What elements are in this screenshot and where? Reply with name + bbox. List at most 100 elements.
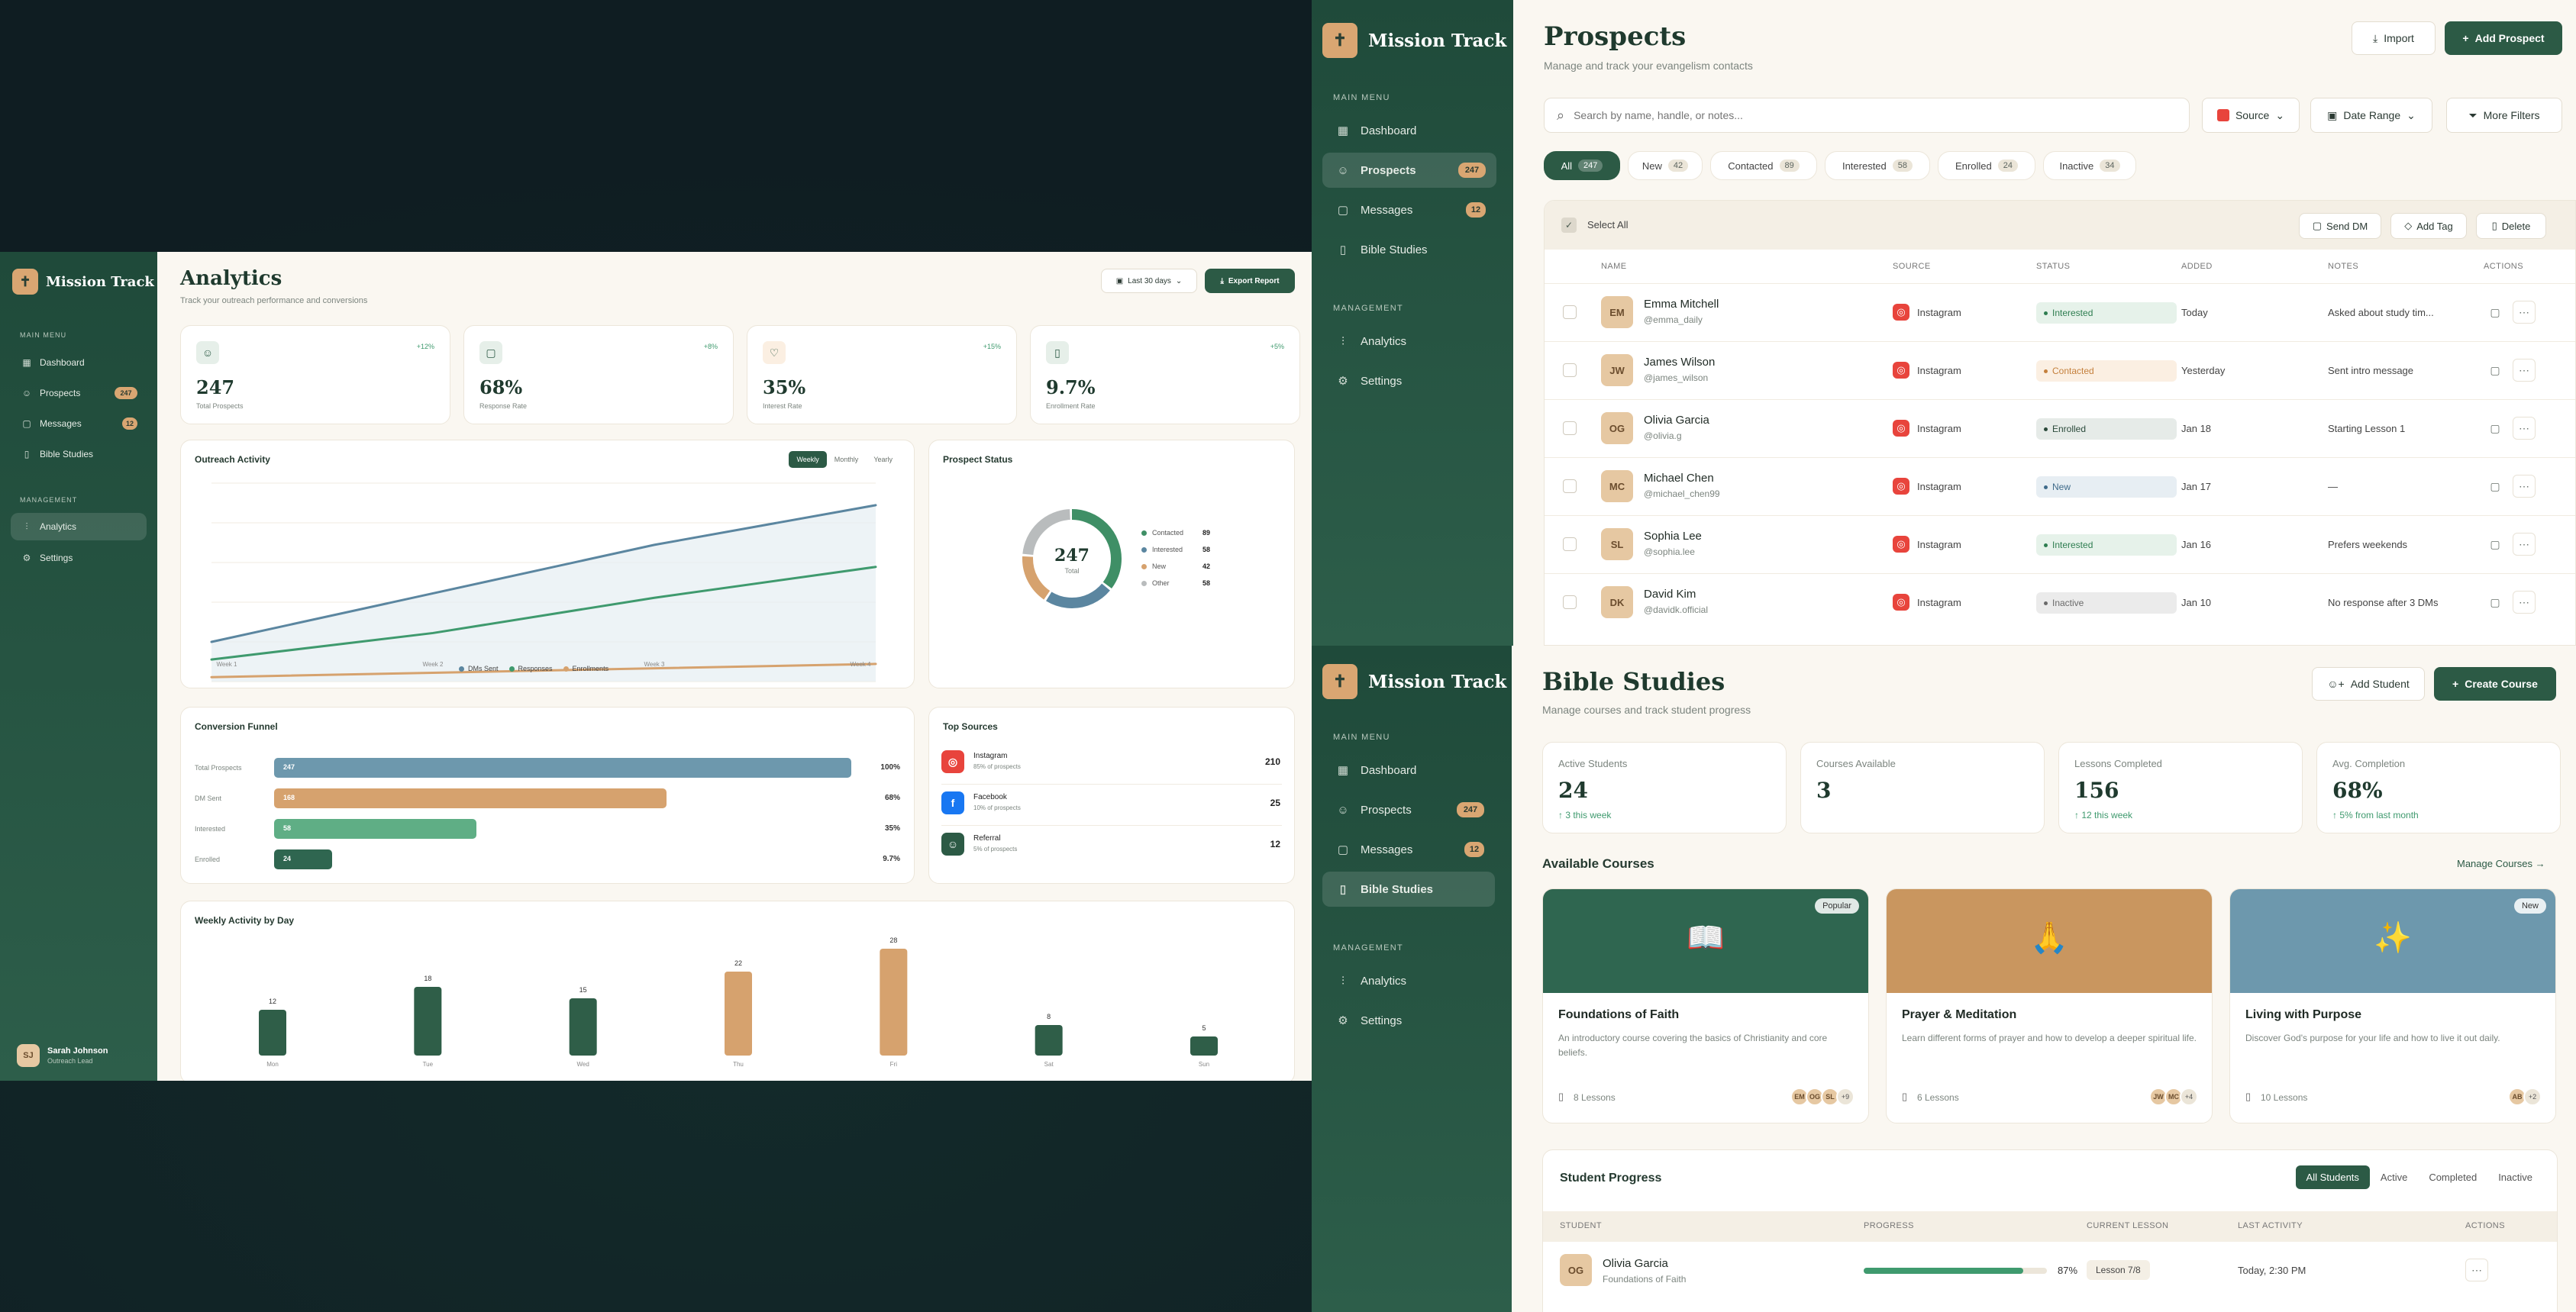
table-row[interactable]: JW James Wilson @james_wilson ◎ Instagram Con… xyxy=(1545,341,2575,399)
prospect-name[interactable]: Emma Mitchell xyxy=(1644,298,1719,311)
tab-enrolled[interactable]: Enrolled 24 xyxy=(1938,151,2035,180)
search-input[interactable] xyxy=(1574,109,2155,121)
row-checkbox[interactable] xyxy=(1563,421,1577,435)
progress-tab[interactable]: Inactive xyxy=(2487,1165,2543,1189)
add-tag-button[interactable]: ◇ Add Tag xyxy=(2390,213,2467,239)
column-header: STUDENT xyxy=(1560,1221,1603,1230)
more-options-icon[interactable]: ⋯ xyxy=(2513,359,2536,382)
legend-enrollments: Enrollments xyxy=(563,665,608,672)
import-button[interactable]: ⤓ Import xyxy=(2352,21,2436,55)
search-bar[interactable]: ⌕ xyxy=(1544,98,2190,133)
status-badge: Interested xyxy=(2036,534,2177,556)
progress-tab[interactable]: Completed xyxy=(2418,1165,2487,1189)
row-checkbox[interactable] xyxy=(1563,537,1577,551)
progress-tab[interactable]: Active xyxy=(2370,1165,2418,1189)
sidebar-item-dashboard[interactable]: ▦ Dashboard xyxy=(1322,113,1496,148)
sidebar-item-settings[interactable]: ⚙ Settings xyxy=(11,545,147,571)
prospect-name[interactable]: Olivia Garcia xyxy=(1644,414,1709,427)
sidebar-item-bible-studies[interactable]: ▯ Bible Studies xyxy=(1322,872,1495,907)
more-options-icon[interactable]: ⋯ xyxy=(2465,1259,2488,1281)
instagram-icon: ◎ xyxy=(1893,478,1909,495)
manage-courses-link[interactable]: Manage Courses → xyxy=(2457,858,2545,869)
message-icon[interactable]: ▢ xyxy=(2484,591,2507,614)
tab-inactive[interactable]: Inactive 34 xyxy=(2043,151,2136,180)
row-checkbox[interactable] xyxy=(1563,479,1577,493)
bar-chart-icon: ⫶ xyxy=(25,521,28,532)
prospect-name[interactable]: David Kim xyxy=(1644,588,1696,601)
message-icon[interactable]: ▢ xyxy=(2484,359,2507,382)
table-row[interactable]: SL Sophia Lee @sophia.lee ◎ Instagram Interes… xyxy=(1545,515,2575,573)
table-row[interactable]: OG Olivia Garcia @olivia.g ◎ Instagram Enroll… xyxy=(1545,399,2575,457)
sidebar-item-settings[interactable]: ⚙ Settings xyxy=(1322,363,1496,398)
sidebar-item-analytics[interactable]: ⫶ Analytics xyxy=(1322,324,1496,359)
tab-all[interactable]: All 247 xyxy=(1544,151,1620,180)
table-row[interactable]: MC Michael Chen @michael_chen99 ◎ Instagram N… xyxy=(1545,457,2575,515)
sidebar-item-messages[interactable]: ▢ Messages 12 xyxy=(11,411,147,437)
more-options-icon[interactable]: ⋯ xyxy=(2513,475,2536,498)
date-range-filter[interactable]: ▣ Date Range ⌄ xyxy=(2310,98,2432,133)
more-options-icon[interactable]: ⋯ xyxy=(2513,533,2536,556)
tab-contacted[interactable]: Contacted 89 xyxy=(1710,151,1817,180)
message-icon[interactable]: ▢ xyxy=(2484,475,2507,498)
legend-dot xyxy=(563,666,569,672)
bar-value-label: 15 xyxy=(579,986,587,994)
tab-new[interactable]: New 42 xyxy=(1628,151,1703,180)
stat-change: +8% xyxy=(703,343,718,350)
message-icon[interactable]: ▢ xyxy=(2484,533,2507,556)
row-checkbox[interactable] xyxy=(1563,595,1577,609)
avatar: OG xyxy=(1560,1254,1592,1286)
sidebar-item-prospects[interactable]: ☺ Prospects 247 xyxy=(11,380,147,406)
sidebar-item-bible-studies[interactable]: ▯ Bible Studies xyxy=(11,441,147,467)
sidebar-item-messages[interactable]: ▢ Messages 12 xyxy=(1322,192,1496,227)
sidebar-item-dashboard[interactable]: ▦ Dashboard xyxy=(11,350,147,376)
source-filter[interactable]: Source ⌄ xyxy=(2202,98,2300,133)
sidebar-item-prospects[interactable]: ☺ Prospects 247 xyxy=(1322,792,1495,827)
select-all-checkbox[interactable]: ✓ xyxy=(1561,218,1577,233)
search-icon: ⌕ xyxy=(1557,107,1565,123)
sidebar-item-messages[interactable]: ▢ Messages 12 xyxy=(1322,832,1495,867)
date-range-button[interactable]: ▣ Last 30 days ⌄ xyxy=(1101,269,1197,293)
add-student-button[interactable]: ☺+ Add Student xyxy=(2312,667,2425,701)
course-card[interactable]: ✨ New Living with Purpose Discover God's pu… xyxy=(2229,888,2556,1123)
sidebar-item-dashboard[interactable]: ▦ Dashboard xyxy=(1322,753,1495,788)
prospect-name[interactable]: Sophia Lee xyxy=(1644,530,1702,543)
table-row[interactable]: OG Olivia Garcia Foundations of Faith 87% Le… xyxy=(1543,1243,2557,1300)
management-heading: MANAGEMENT xyxy=(1333,304,1404,313)
add-prospect-button[interactable]: + Add Prospect xyxy=(2445,21,2562,55)
sidebar-item-settings[interactable]: ⚙ Settings xyxy=(1322,1003,1495,1038)
page-title: Bible Studies xyxy=(1542,667,1725,696)
message-icon[interactable]: ▢ xyxy=(2484,417,2507,440)
column-header: LAST ACTIVITY xyxy=(2238,1221,2303,1230)
more-filters-button[interactable]: ⏷ More Filters xyxy=(2446,98,2562,133)
funnel-percent: 68% xyxy=(884,794,900,802)
more-options-icon[interactable]: ⋯ xyxy=(2513,301,2536,324)
sidebar-item-prospects[interactable]: ☺ Prospects 247 xyxy=(1322,153,1496,188)
row-checkbox[interactable] xyxy=(1563,305,1577,319)
x-tick-label: Week 2 xyxy=(423,661,444,668)
more-options-icon[interactable]: ⋯ xyxy=(2513,591,2536,614)
send-dm-button[interactable]: ▢ Send DM xyxy=(2299,213,2381,239)
message-icon[interactable]: ▢ xyxy=(2484,301,2507,324)
tab-interested[interactable]: Interested 58 xyxy=(1825,151,1930,180)
progress-tab[interactable]: All Students xyxy=(2295,1165,2370,1189)
delete-button[interactable]: ▯ Delete xyxy=(2476,213,2546,239)
row-checkbox[interactable] xyxy=(1563,363,1577,377)
course-card[interactable]: 📖 Popular Foundations of Faith An introduct… xyxy=(1542,888,1869,1123)
stat-card: ♡ +15% 35% Interest Rate xyxy=(747,325,1017,424)
avatar: SJ xyxy=(17,1044,40,1067)
table-row[interactable]: EM Emma Mitchell @emma_daily ◎ Instagram Inte… xyxy=(1545,283,2575,341)
table-row[interactable]: DK David Kim @davidk.official ◎ Instagram Ina… xyxy=(1545,573,2575,631)
course-card[interactable]: 🙏 Prayer & Meditation Learn different form… xyxy=(1886,888,2213,1123)
enrolled-avatars: AB +2 xyxy=(2508,1088,2542,1106)
stat-label: Response Rate xyxy=(479,402,528,410)
sidebar-item-bible-studies[interactable]: ▯ Bible Studies xyxy=(1322,232,1496,267)
sidebar-item-analytics[interactable]: ⫶ Analytics xyxy=(1322,963,1495,998)
sidebar-item-analytics[interactable]: ⫶ Analytics xyxy=(11,513,147,540)
create-course-button[interactable]: + Create Course xyxy=(2434,667,2556,701)
prospect-name[interactable]: Michael Chen xyxy=(1644,472,1714,485)
more-options-icon[interactable]: ⋯ xyxy=(2513,417,2536,440)
user-profile[interactable]: SJ Sarah Johnson Outreach Lead xyxy=(17,1044,108,1067)
export-report-button[interactable]: ⤓ Export Report xyxy=(1205,269,1295,293)
source-name: Facebook xyxy=(973,793,1007,801)
prospect-name[interactable]: James Wilson xyxy=(1644,356,1715,369)
